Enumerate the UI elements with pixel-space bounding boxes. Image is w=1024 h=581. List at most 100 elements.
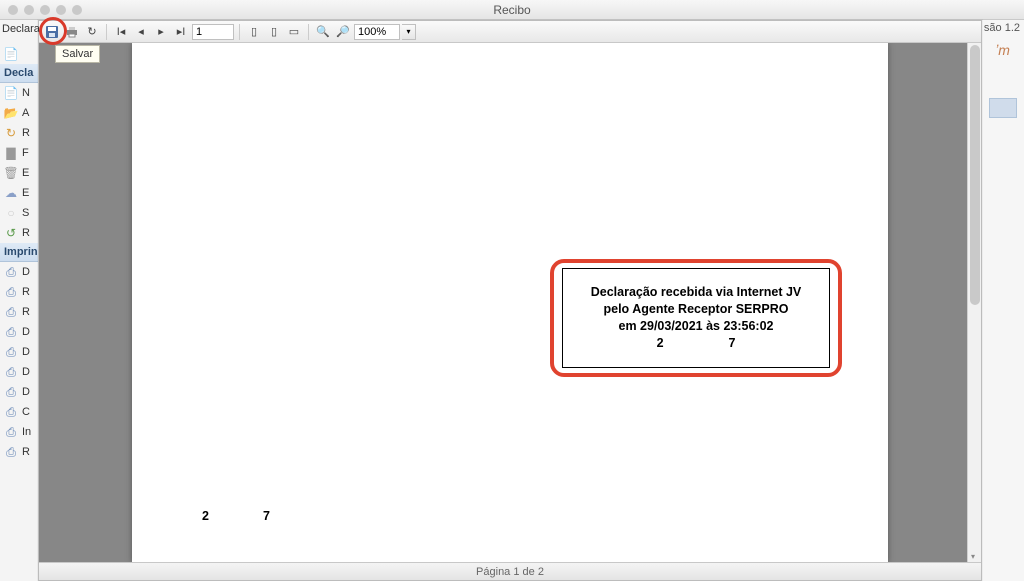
- sidebar-item-label: A: [22, 107, 29, 119]
- zoom-out-button[interactable]: 🔎: [334, 23, 352, 41]
- reload-button[interactable]: ↻: [83, 23, 101, 41]
- printer-icon: ⎙: [4, 365, 18, 379]
- document-icon: 📄: [4, 47, 18, 61]
- toolbar-separator: [239, 24, 240, 40]
- page-viewport[interactable]: Declaração recebida via Internet JV pelo…: [39, 43, 981, 562]
- scroll-down-icon[interactable]: ▾: [971, 552, 975, 561]
- sidebar-item[interactable]: ↺R: [0, 223, 39, 243]
- sidebar-item-label: F: [22, 147, 29, 159]
- sidebar-toolbar-item[interactable]: 📄: [0, 44, 39, 64]
- sidebar-item[interactable]: 🗑E: [0, 163, 39, 183]
- printer-icon: ⎙: [4, 345, 18, 359]
- scrollbar-thumb[interactable]: [970, 45, 980, 305]
- sidebar-item[interactable]: ⎙D: [0, 322, 39, 342]
- sidebar-item-label: S: [22, 207, 29, 219]
- zoom-dropdown-button[interactable]: ▾: [402, 24, 416, 40]
- sidebar-item[interactable]: ⎙R: [0, 282, 39, 302]
- printer-icon: ⎙: [4, 325, 18, 339]
- sidebar-item[interactable]: ↻R: [0, 123, 39, 143]
- panel-placeholder-icon: [989, 98, 1017, 118]
- save-button[interactable]: [43, 23, 61, 41]
- printer-icon: ⎙: [4, 425, 18, 439]
- fit-width-button[interactable]: ▭: [285, 23, 303, 41]
- next-page-button[interactable]: ▸: [152, 23, 170, 41]
- fit-page-icon: ▯: [271, 25, 277, 38]
- sidebar-item-label: N: [22, 87, 30, 99]
- vertical-scrollbar[interactable]: ▾: [967, 43, 981, 562]
- zoom-level-text: 100%: [358, 26, 386, 38]
- sidebar-item[interactable]: ⎙D: [0, 342, 39, 362]
- last-page-icon: ▸I: [177, 25, 186, 38]
- reload-icon: ↻: [87, 25, 96, 38]
- chevron-down-icon: ▾: [406, 27, 410, 36]
- trash-icon: 🗑: [4, 166, 18, 180]
- print-button[interactable]: [63, 23, 81, 41]
- printer-icon: ⎙: [4, 285, 18, 299]
- printer-icon: ⎙: [4, 265, 18, 279]
- sidebar-item-label: E: [22, 167, 29, 179]
- sidebar-item-label: R: [22, 306, 30, 318]
- sync-icon: ○: [4, 206, 18, 220]
- sidebar-item[interactable]: ⎙D: [0, 262, 39, 282]
- footer-num-b: 7: [263, 509, 270, 523]
- sidebar-item[interactable]: 📄N: [0, 83, 39, 103]
- restore-icon: ↺: [4, 226, 18, 240]
- window-titlebar: Recibo: [0, 0, 1024, 20]
- page-number-input[interactable]: [192, 24, 234, 40]
- folder-icon: ▇: [4, 146, 18, 160]
- zoom-in-button[interactable]: 🔍: [314, 23, 332, 41]
- toolbar-separator: [308, 24, 309, 40]
- sidebar-item[interactable]: ⎙R: [0, 442, 39, 462]
- sidebar-item-label: R: [22, 227, 30, 239]
- fit-page-button[interactable]: ▯: [265, 23, 283, 41]
- receipt-codes: 2 7: [657, 335, 736, 352]
- prev-page-button[interactable]: ◂: [132, 23, 150, 41]
- zoom-level-field[interactable]: 100%: [354, 24, 400, 40]
- actual-size-button[interactable]: ▯: [245, 23, 263, 41]
- viewer-toolbar: ↻ I◂ ◂ ▸ ▸I ▯ ▯ ▭ 🔍 🔎 100% ▾ Salvar: [39, 21, 981, 43]
- sidebar-group-header: Imprin: [0, 243, 39, 262]
- prev-page-icon: ◂: [138, 25, 144, 38]
- folder-open-icon: 📂: [4, 106, 18, 120]
- first-page-button[interactable]: I◂: [112, 23, 130, 41]
- sidebar-item-label: D: [22, 326, 30, 338]
- sidebar-item[interactable]: ⎙D: [0, 362, 39, 382]
- printer-icon: ⎙: [4, 385, 18, 399]
- file-icon: 📄: [4, 86, 18, 100]
- footer-num-a: 2: [202, 509, 209, 523]
- sidebar-item[interactable]: ▇F: [0, 143, 39, 163]
- sidebar-item[interactable]: ○S: [0, 203, 39, 223]
- next-page-icon: ▸: [158, 25, 164, 38]
- sidebar-peek-label: Declara: [2, 23, 40, 35]
- receipt-line3: em 29/03/2021 às 23:56:02: [619, 318, 774, 335]
- sidebar-item[interactable]: ☁E: [0, 183, 39, 203]
- fit-width-icon: ▭: [289, 25, 299, 38]
- toolbar-separator: [106, 24, 107, 40]
- sidebar-item[interactable]: ⎙D: [0, 382, 39, 402]
- last-page-button[interactable]: ▸I: [172, 23, 190, 41]
- sidebar-group-header: Decla: [0, 64, 39, 83]
- status-text: Página 1 de 2: [476, 566, 544, 578]
- sidebar-item[interactable]: ⎙R: [0, 302, 39, 322]
- document-page: Declaração recebida via Internet JV pelo…: [132, 43, 888, 562]
- sidebar-item[interactable]: ⎙C: [0, 402, 39, 422]
- receipt-line2: pelo Agente Receptor SERPRO: [604, 301, 789, 318]
- sidebar-item-label: D: [22, 386, 30, 398]
- printer-icon: ⎙: [4, 405, 18, 419]
- logo-m-icon: ʼm: [995, 42, 1010, 58]
- page-actual-icon: ▯: [251, 25, 257, 38]
- refresh-icon: ↻: [4, 126, 18, 140]
- window-title: Recibo: [0, 3, 1024, 17]
- zoom-out-icon: 🔎: [336, 25, 350, 38]
- zoom-in-icon: 🔍: [316, 25, 330, 38]
- receipt-code-b: 7: [728, 336, 735, 350]
- cloud-icon: ☁: [4, 186, 18, 200]
- first-page-icon: I◂: [117, 25, 126, 38]
- sidebar-item-label: R: [22, 446, 30, 458]
- sidebar-item[interactable]: 📂A: [0, 103, 39, 123]
- save-tooltip: Salvar: [55, 45, 100, 63]
- sidebar-item-label: R: [22, 127, 30, 139]
- sidebar-item[interactable]: ⎙In: [0, 422, 39, 442]
- receipt-confirmation-box: Declaração recebida via Internet JV pelo…: [562, 268, 830, 368]
- printer-icon: ⎙: [4, 305, 18, 319]
